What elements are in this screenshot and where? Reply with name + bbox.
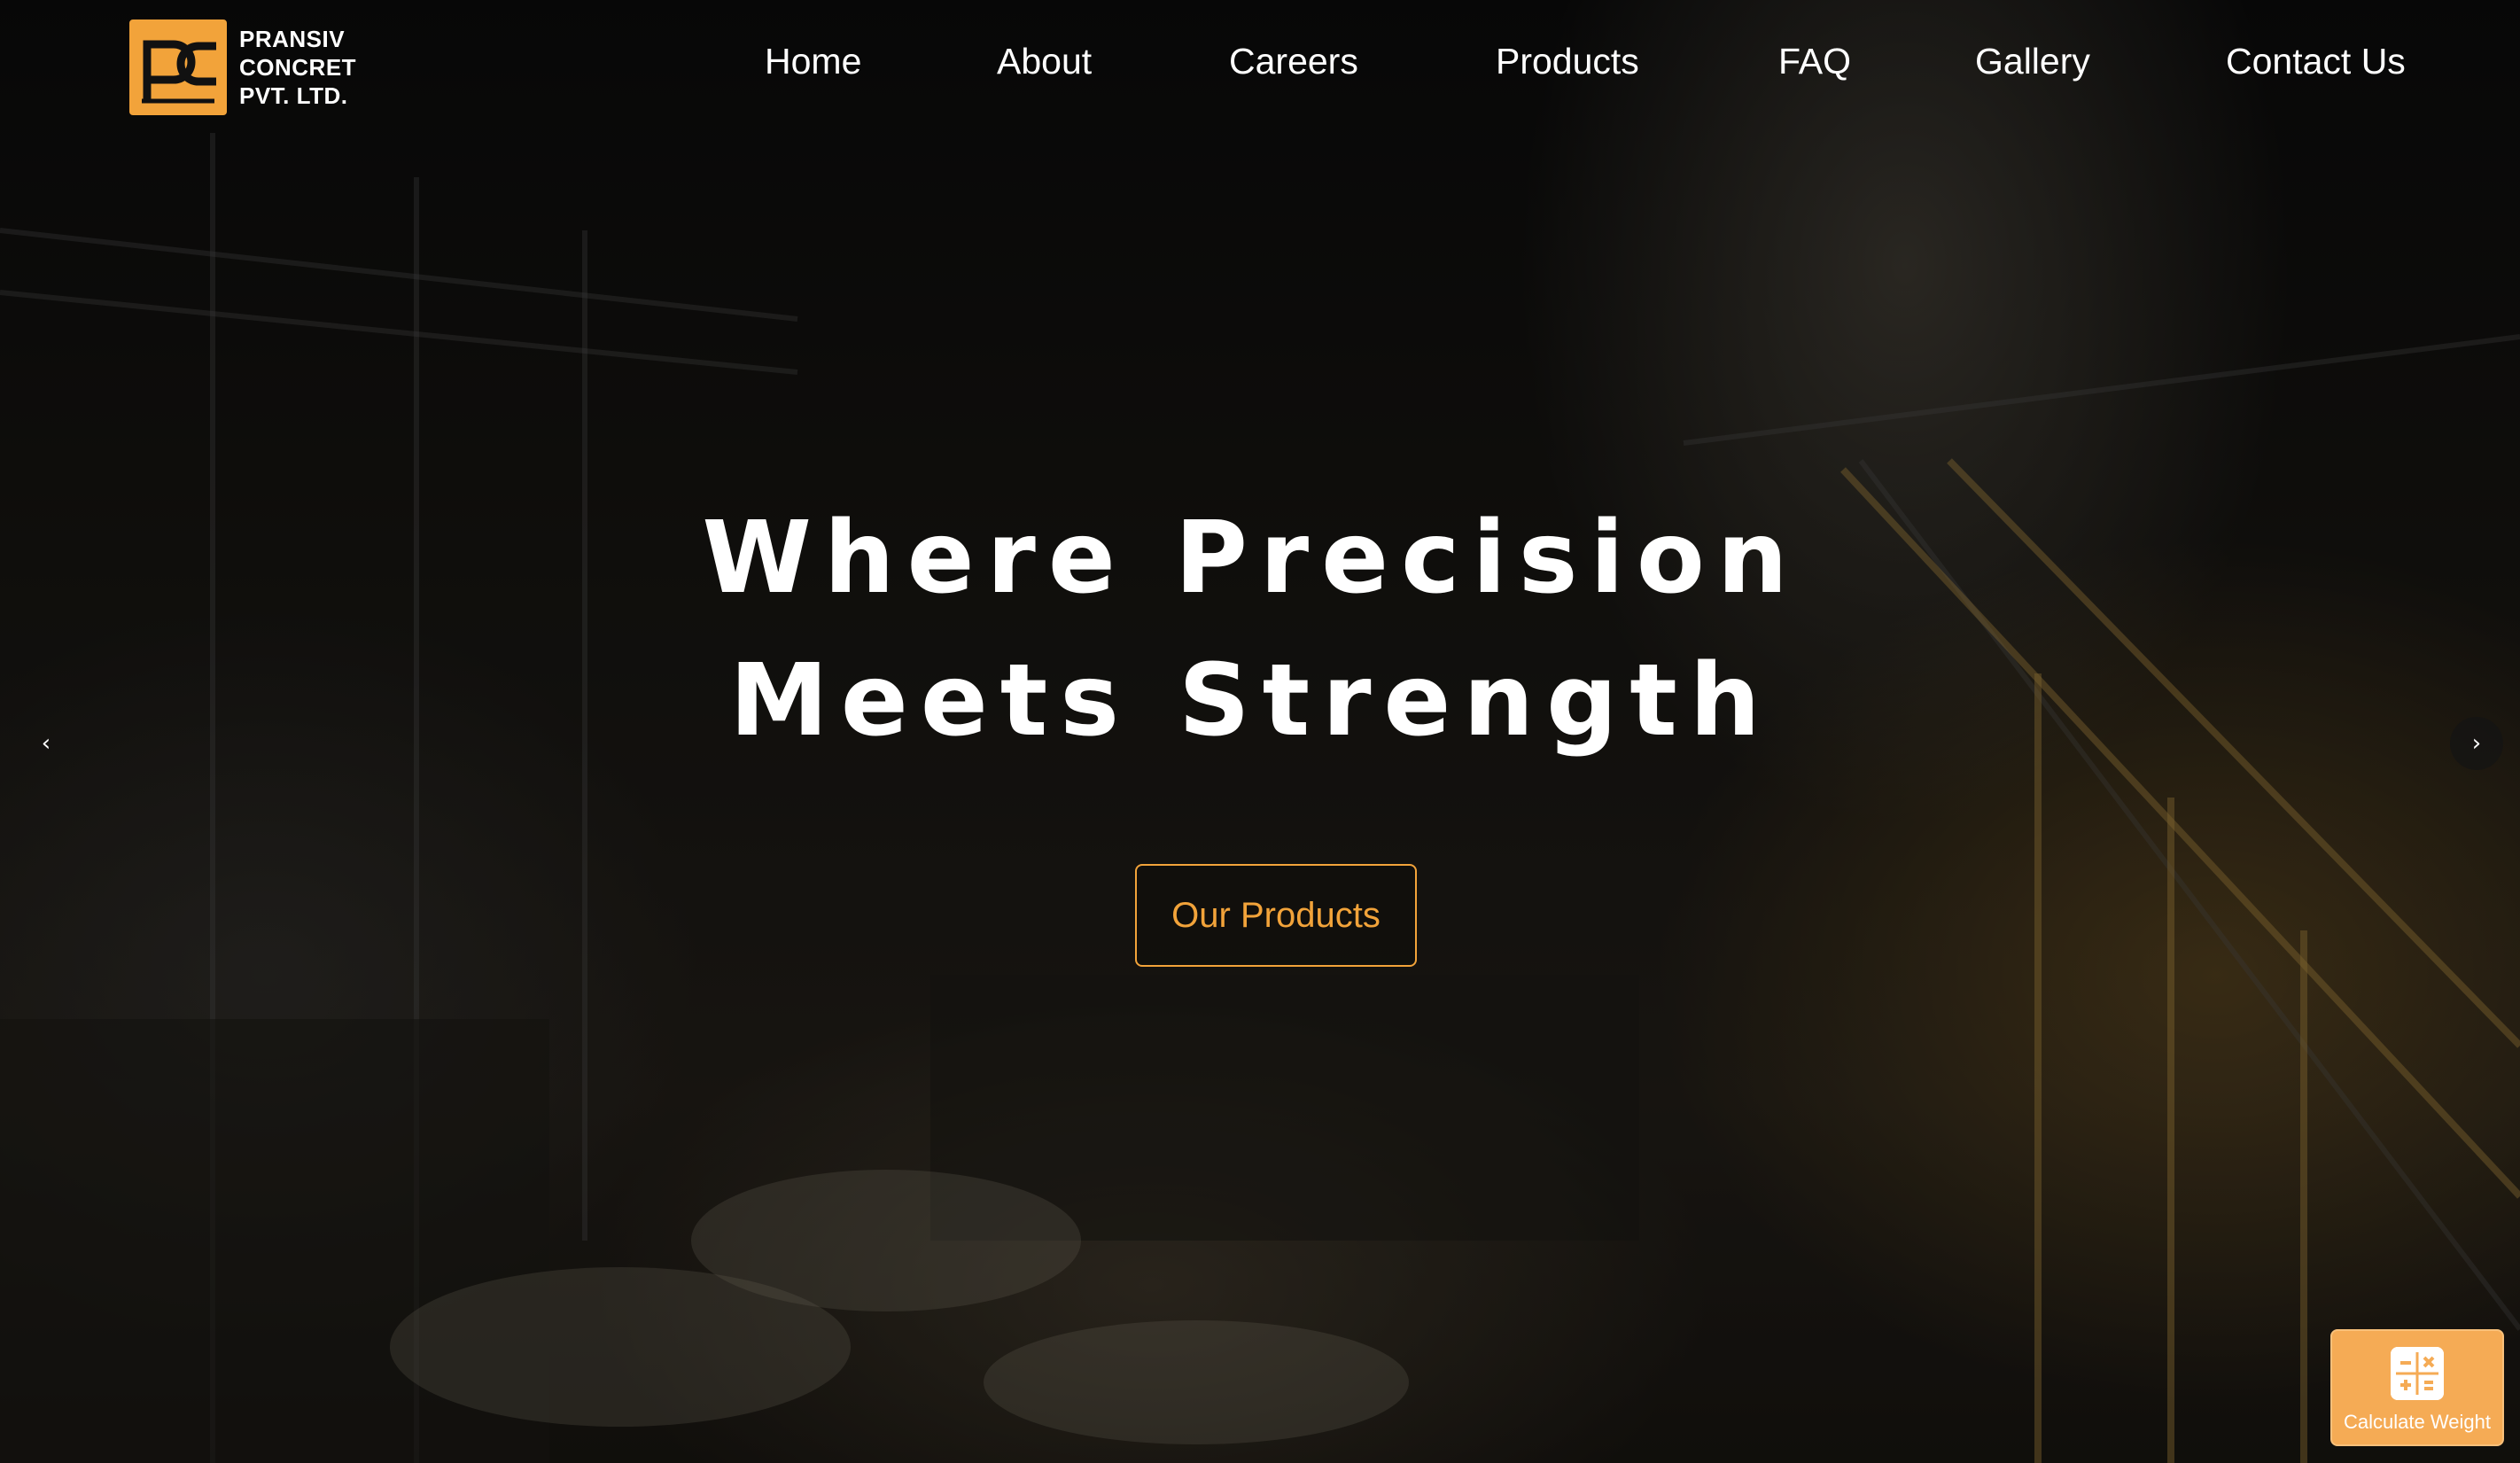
brand-name-line3: PVT. LTD. [239,82,348,109]
calculate-weight-button[interactable]: Calculate Weight [2330,1329,2504,1446]
nav-gallery[interactable]: Gallery [1975,41,2090,82]
our-products-button[interactable]: Our Products [1135,864,1417,967]
nav-home[interactable]: Home [765,41,861,82]
hero-headline-line1: Where Precision [702,501,1801,616]
pc-monogram-icon [129,19,227,115]
brand-name: PRANSIV CONCRET PVT. LTD. [239,25,356,110]
nav-contact-us[interactable]: Contact Us [2226,41,2406,82]
calculator-icon [2391,1347,2444,1400]
site-header: PRANSIV CONCRET PVT. LTD. Home About Car… [0,0,2520,142]
calculate-weight-label: Calculate Weight [2344,1411,2491,1433]
brand-name-line2: CONCRET [239,54,357,81]
nav-products[interactable]: Products [1496,41,1639,82]
chevron-right-icon[interactable]: › [2450,717,2503,770]
hero-headline-line2: Meets Strength [729,643,1773,759]
brand-name-line1: PRANSIV [239,26,346,52]
nav-faq[interactable]: FAQ [1778,41,1851,82]
nav-careers[interactable]: Careers [1229,41,1358,82]
nav-about[interactable]: About [997,41,1092,82]
brand-logo[interactable]: PRANSIV CONCRET PVT. LTD. [129,19,356,115]
chevron-left-icon[interactable]: ‹ [19,717,73,770]
